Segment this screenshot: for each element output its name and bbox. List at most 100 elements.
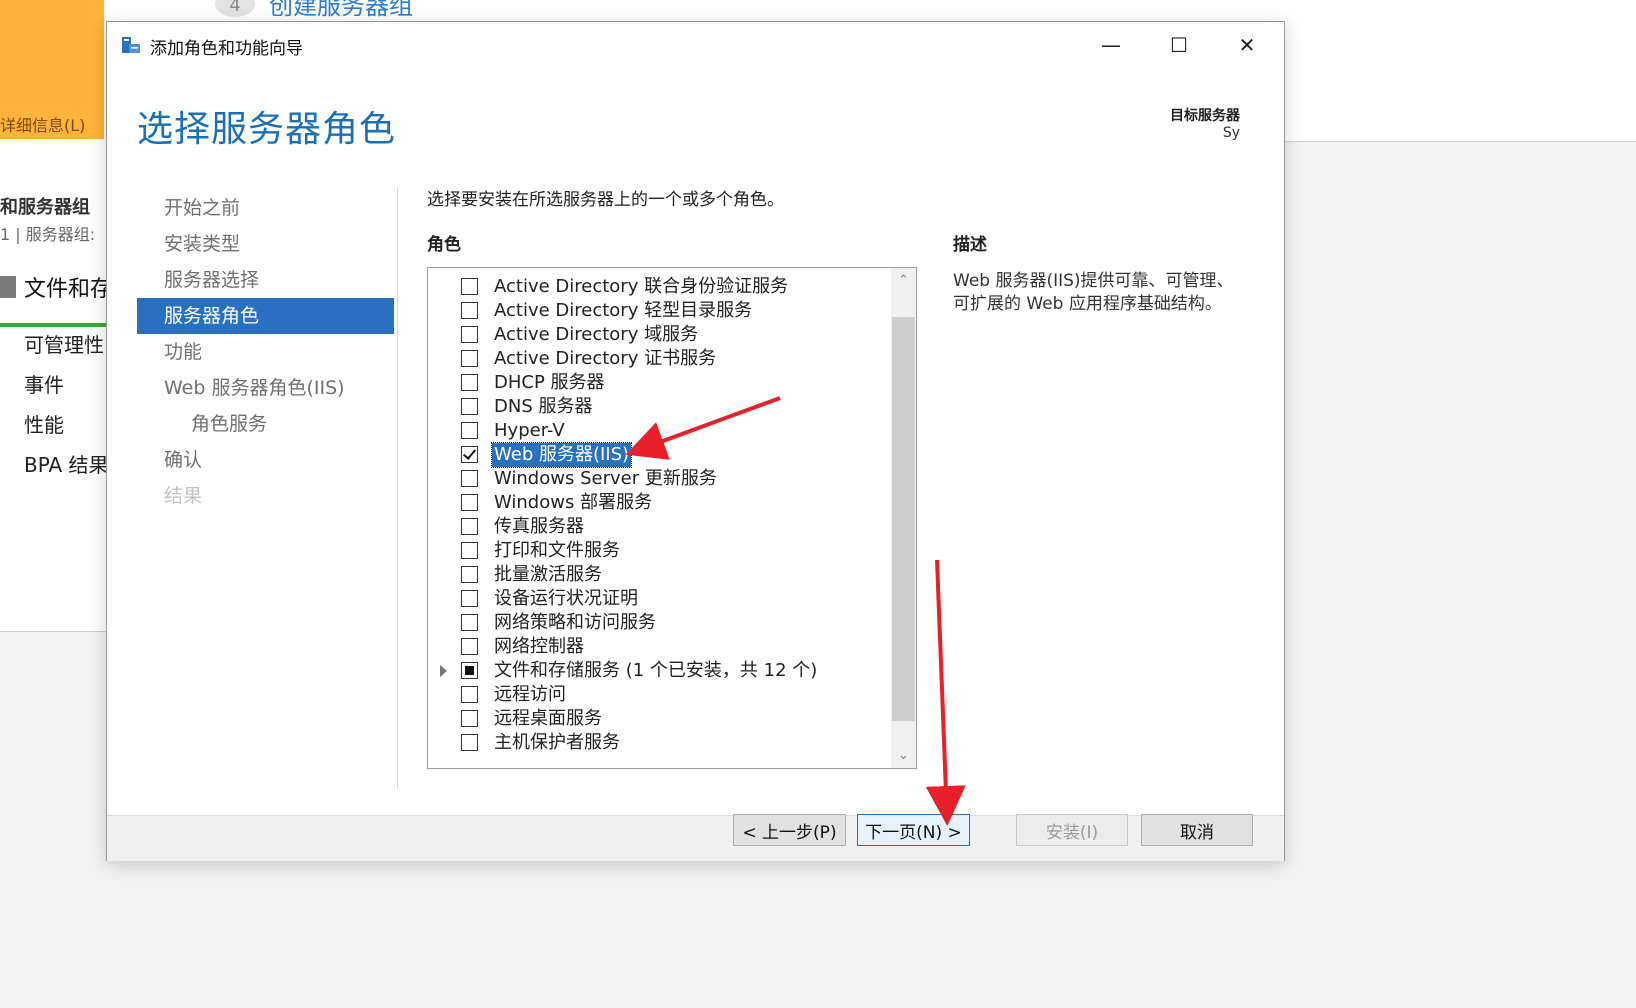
manageability-item[interactable]: 可管理性 <box>24 329 104 358</box>
role-label[interactable]: 远程桌面服务 <box>492 707 604 731</box>
role-row[interactable]: 设备运行状况证明 <box>428 587 888 611</box>
role-checkbox[interactable] <box>461 446 478 463</box>
server-manager-icon <box>122 37 140 53</box>
scroll-up-arrow-icon[interactable]: ⌃ <box>891 268 916 293</box>
role-row[interactable]: DHCP 服务器 <box>428 371 888 395</box>
role-checkbox[interactable] <box>461 302 478 319</box>
role-label[interactable]: Windows Server 更新服务 <box>492 467 719 491</box>
nav-item-features[interactable]: 功能 <box>137 334 394 370</box>
nav-item-confirmation[interactable]: 确认 <box>137 442 394 478</box>
roles-list[interactable]: Active Directory 联合身份验证服务 Active Director… <box>427 267 917 769</box>
role-label[interactable]: Active Directory 轻型目录服务 <box>492 299 754 323</box>
role-label[interactable]: Windows 部署服务 <box>492 491 654 515</box>
role-label[interactable]: 网络策略和访问服务 <box>492 611 658 635</box>
nav-item-server-selection[interactable]: 服务器选择 <box>137 262 394 298</box>
role-row[interactable]: 远程桌面服务 <box>428 707 888 731</box>
role-row[interactable]: 批量激活服务 <box>428 563 888 587</box>
role-checkbox[interactable] <box>461 566 478 583</box>
notification-tile[interactable]: 详细信息(L) <box>0 0 104 139</box>
role-checkbox[interactable] <box>461 494 478 511</box>
role-label[interactable]: 网络控制器 <box>492 635 586 659</box>
role-label[interactable]: 批量激活服务 <box>492 563 604 587</box>
role-checkbox[interactable] <box>461 710 478 727</box>
performance-item[interactable]: 性能 <box>24 409 64 438</box>
role-label[interactable]: 传真服务器 <box>492 515 586 539</box>
wizard-nav: 开始之前 安装类型 服务器选择 服务器角色 功能 Web 服务器角色(IIS) … <box>137 190 394 514</box>
role-row[interactable]: Web 服务器(IIS) <box>428 442 888 468</box>
role-row[interactable]: DNS 服务器 <box>428 395 888 419</box>
role-checkbox[interactable] <box>461 374 478 391</box>
scroll-down-arrow-icon[interactable]: ⌄ <box>891 743 916 768</box>
minimize-button[interactable]: — <box>1077 22 1145 68</box>
file-storage-tile[interactable]: 文件和存 <box>0 271 107 303</box>
role-checkbox[interactable] <box>461 278 478 295</box>
role-checkbox[interactable] <box>461 350 478 367</box>
close-button[interactable]: ✕ <box>1213 22 1281 68</box>
details-link[interactable]: 详细信息(L) <box>0 112 85 136</box>
role-row[interactable]: Active Directory 轻型目录服务 <box>428 299 888 323</box>
nav-divider <box>397 188 398 788</box>
scroll-thumb[interactable] <box>892 317 915 721</box>
role-checkbox[interactable] <box>461 542 478 559</box>
role-label[interactable]: Active Directory 证书服务 <box>492 347 718 371</box>
maximize-icon: ☐ <box>1170 33 1188 57</box>
role-checkbox[interactable] <box>461 734 478 751</box>
role-checkbox[interactable] <box>461 686 478 703</box>
roles-list-items: Active Directory 联合身份验证服务 Active Director… <box>428 275 888 755</box>
role-row[interactable]: 网络控制器 <box>428 635 888 659</box>
role-row[interactable]: Active Directory 域服务 <box>428 323 888 347</box>
expand-arrow-icon[interactable] <box>440 665 447 677</box>
nav-item-role-services[interactable]: 角色服务 <box>137 406 394 442</box>
role-row[interactable]: Windows 部署服务 <box>428 491 888 515</box>
nav-item-server-roles[interactable]: 服务器角色 <box>137 298 394 334</box>
role-label[interactable]: DHCP 服务器 <box>492 371 607 395</box>
role-label[interactable]: Web 服务器(IIS) <box>490 442 633 468</box>
role-label[interactable]: Active Directory 联合身份验证服务 <box>492 275 790 299</box>
role-row[interactable]: Active Directory 证书服务 <box>428 347 888 371</box>
cancel-button[interactable]: 取消 <box>1141 814 1253 846</box>
role-row[interactable]: Windows Server 更新服务 <box>428 467 888 491</box>
maximize-button[interactable]: ☐ <box>1145 22 1213 68</box>
role-checkbox[interactable] <box>461 326 478 343</box>
role-checkbox[interactable] <box>461 638 478 655</box>
nav-item-installation-type[interactable]: 安装类型 <box>137 226 394 262</box>
bpa-results-item[interactable]: BPA 结果 <box>24 449 107 478</box>
role-checkbox[interactable] <box>461 590 478 607</box>
target-server-label: 目标服务器 <box>1170 108 1240 124</box>
role-label[interactable]: 文件和存储服务 (1 个已安装，共 12 个) <box>492 659 819 683</box>
role-checkbox[interactable] <box>461 470 478 487</box>
role-label[interactable]: Active Directory 域服务 <box>492 323 700 347</box>
role-row[interactable]: 传真服务器 <box>428 515 888 539</box>
events-item[interactable]: 事件 <box>24 369 64 398</box>
description-text: Web 服务器(IIS)提供可靠、可管理、可扩展的 Web 应用程序基础结构。 <box>953 271 1234 314</box>
role-label[interactable]: DNS 服务器 <box>492 395 594 419</box>
role-checkbox[interactable] <box>461 662 478 679</box>
back-button[interactable]: < 上一步(P) <box>733 814 846 846</box>
role-row[interactable]: 网络策略和访问服务 <box>428 611 888 635</box>
role-row[interactable]: Hyper-V <box>428 419 888 443</box>
role-row[interactable]: 文件和存储服务 (1 个已安装，共 12 个) <box>428 659 888 683</box>
status-bar <box>0 323 107 327</box>
role-label[interactable]: Hyper-V <box>492 419 567 443</box>
role-row[interactable]: Active Directory 联合身份验证服务 <box>428 275 888 299</box>
role-row[interactable]: 主机保护者服务 <box>428 731 888 755</box>
roles-scrollbar[interactable]: ⌃ ⌄ <box>891 268 916 768</box>
next-button[interactable]: 下一页(N) > <box>857 814 970 846</box>
role-checkbox[interactable] <box>461 422 478 439</box>
role-label[interactable]: 远程访问 <box>492 683 568 707</box>
title-bar[interactable]: 添加角色和功能向导 — ☐ ✕ <box>107 22 1284 68</box>
role-checkbox[interactable] <box>461 614 478 631</box>
group-title: 和服务器组 <box>0 197 90 218</box>
role-row[interactable]: 远程访问 <box>428 683 888 707</box>
role-checkbox[interactable] <box>461 398 478 415</box>
tile-title: 文件和存 <box>24 277 107 302</box>
step-text[interactable]: 创建服务器组 <box>269 0 413 21</box>
nav-item-before-you-begin[interactable]: 开始之前 <box>137 190 394 226</box>
role-row[interactable]: 打印和文件服务 <box>428 539 888 563</box>
role-label[interactable]: 打印和文件服务 <box>492 539 622 563</box>
role-label[interactable]: 主机保护者服务 <box>492 731 622 755</box>
create-server-group-link[interactable]: 4 创建服务器组 <box>215 0 413 21</box>
role-checkbox[interactable] <box>461 518 478 535</box>
nav-item-web-server-role[interactable]: Web 服务器角色(IIS) <box>137 370 394 406</box>
role-label[interactable]: 设备运行状况证明 <box>492 587 640 611</box>
